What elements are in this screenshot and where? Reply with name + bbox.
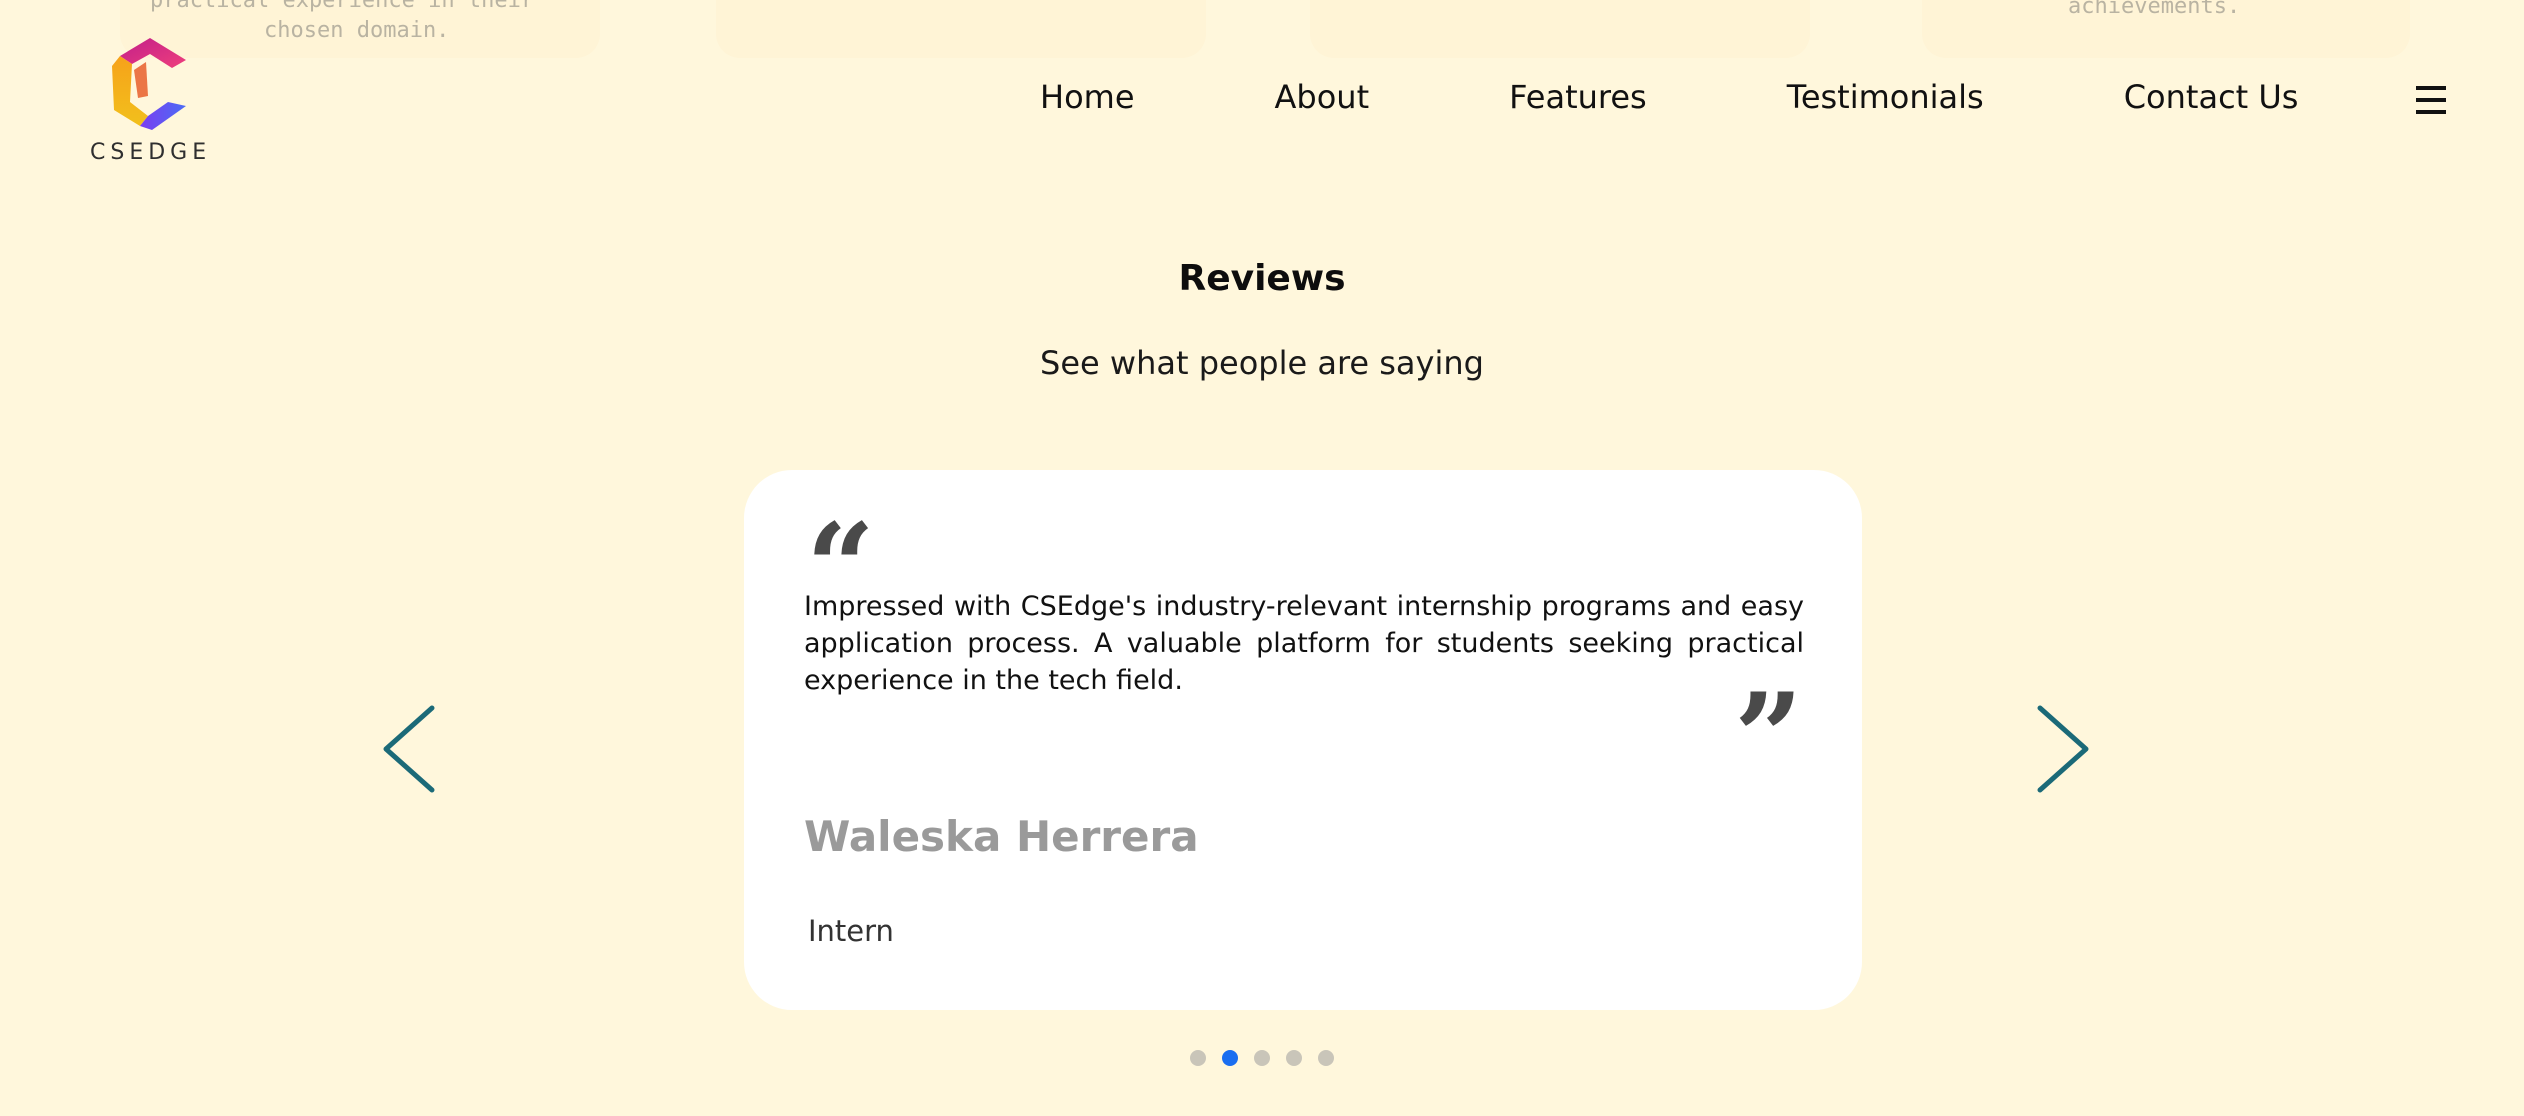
chevron-right-icon[interactable] <box>2036 704 2092 794</box>
chevron-left-icon[interactable] <box>380 704 436 794</box>
carousel-dot-4[interactable] <box>1286 1050 1302 1066</box>
nav-features[interactable]: Features <box>1509 78 1647 116</box>
brand-logo[interactable]: CSEDGE <box>90 36 208 166</box>
reviewer-role: Intern <box>808 914 894 948</box>
carousel-dot-2[interactable] <box>1222 1050 1238 1066</box>
hamburger-menu-icon[interactable] <box>2416 86 2446 114</box>
site-header: CSEDGE Home About Features Testimonials … <box>0 0 2524 200</box>
carousel-dot-1[interactable] <box>1190 1050 1206 1066</box>
carousel-pagination <box>1190 1050 1350 1066</box>
carousel-dot-3[interactable] <box>1254 1050 1270 1066</box>
reviews-title: Reviews <box>1178 258 1346 299</box>
carousel-dot-5[interactable] <box>1318 1050 1334 1066</box>
close-quote-icon: ” <box>1734 667 1804 808</box>
nav-contact-us[interactable]: Contact Us <box>2124 78 2299 116</box>
nav-testimonials[interactable]: Testimonials <box>1787 78 1984 116</box>
nav-home[interactable]: Home <box>1040 78 1135 116</box>
csedge-logo-icon <box>112 38 186 130</box>
reviews-subtitle: See what people are saying <box>1040 344 1484 382</box>
nav-about[interactable]: About <box>1275 78 1370 116</box>
reviewer-name: Waleska Herrera <box>804 812 1199 861</box>
review-text: Impressed with CSEdge's industry-relevan… <box>804 591 1804 696</box>
review-card: “ Impressed with CSEdge's industry-relev… <box>744 470 1862 1010</box>
main-nav: Home About Features Testimonials Contact… <box>1040 78 2298 116</box>
brand-logo-text: CSEDGE <box>90 140 212 165</box>
